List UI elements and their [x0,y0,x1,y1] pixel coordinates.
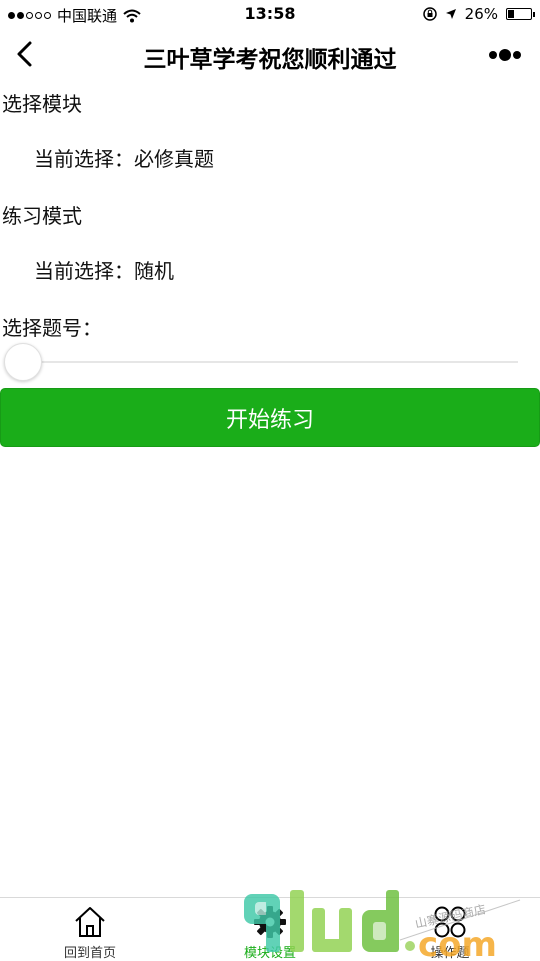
status-bar: 中国联通 13:58 26% [0,0,540,28]
tab-module-settings-label: 模块设置 [243,946,296,961]
tab-bar: 回到首页 模块设置 操作题 [0,897,540,961]
tab-home[interactable]: 回到首页 [0,898,180,961]
mode-label: 练习模式 [2,204,82,228]
module-current-selection[interactable]: 当前选择：必修真题 [34,143,214,172]
battery-fill [508,10,514,18]
tab-home-label: 回到首页 [63,946,116,961]
nav-bar: 三叶草学考祝您顺利通过 [0,28,540,80]
tab-module-settings[interactable]: 模块设置 [180,898,360,961]
slider-thumb[interactable] [4,343,42,381]
battery-icon [506,8,535,20]
question-number-slider[interactable] [4,341,518,383]
question-number-label: 选择题号： [2,316,102,340]
rotation-lock-icon [422,7,437,21]
tab-operation-questions-label: 操作题 [430,946,470,961]
gear-icon [254,906,286,938]
more-dots-icon[interactable] [488,48,522,62]
location-arrow-icon [445,9,456,19]
status-right: 26% [422,5,535,23]
home-icon [75,907,105,937]
start-practice-button[interactable]: 开始练习 [0,388,540,447]
grid-circles-icon [434,906,466,938]
slider-track [24,361,518,363]
tab-operation-questions[interactable]: 操作题 [360,898,540,961]
page-title: 三叶草学考祝您顺利通过 [143,47,397,73]
battery-percent: 26% [464,5,498,23]
module-label: 选择模块 [2,92,82,116]
mode-current-selection[interactable]: 当前选择：随机 [34,255,174,284]
